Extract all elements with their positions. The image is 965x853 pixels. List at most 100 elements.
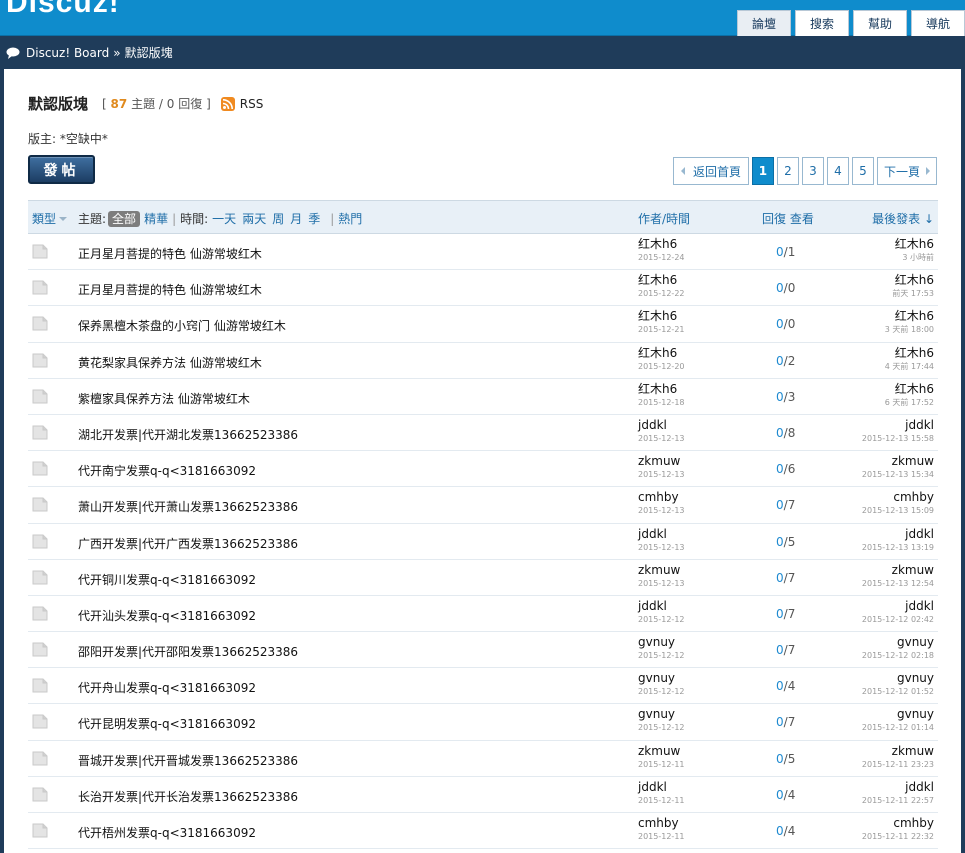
thread-title[interactable]: 代开汕头发票q-q<3181663092 bbox=[78, 607, 256, 624]
thread-title[interactable]: 紫檀家具保养方法 仙游常坡红木 bbox=[78, 390, 250, 407]
thread-row[interactable]: 代开铜川发票q-q<3181663092 zkmuw 2015-12-13 0/7 zk… bbox=[28, 560, 938, 596]
thread-title[interactable]: 代开铜川发票q-q<3181663092 bbox=[78, 571, 256, 588]
pager-page-5[interactable]: 5 bbox=[851, 157, 874, 185]
author-name[interactable]: zkmuw bbox=[638, 563, 685, 578]
last-poster[interactable]: zkmuw bbox=[862, 454, 934, 469]
thread-row[interactable]: 邵阳开发票|代开邵阳发票13662523386 gvnuy 2015-12-12 0/… bbox=[28, 632, 938, 669]
filter-hot[interactable]: 熱門 bbox=[338, 210, 362, 227]
breadcrumb-home-link[interactable]: Discuz! Board bbox=[26, 46, 109, 60]
time-filter-season[interactable]: 季 bbox=[308, 210, 320, 227]
pager-page-4[interactable]: 4 bbox=[826, 157, 849, 185]
thread-title[interactable]: 正月星月菩提的特色 仙游常坡红木 bbox=[78, 245, 262, 262]
thread-title[interactable]: 代开昆明发票q-q<3181663092 bbox=[78, 715, 256, 732]
last-post-time: 4 天前 17:44 bbox=[884, 361, 934, 371]
time-filter-week[interactable]: 周 bbox=[272, 210, 284, 227]
author-name[interactable]: 红木h6 bbox=[638, 237, 685, 252]
thread-row[interactable]: 黄花梨家具保养方法 仙游常坡红木 红木h6 2015-12-20 0/2 红木h6 4 天… bbox=[28, 343, 938, 379]
author-name[interactable]: jddkl bbox=[638, 418, 685, 433]
pager-next[interactable]: 下一頁 bbox=[876, 157, 937, 185]
author-name[interactable]: 红木h6 bbox=[638, 382, 685, 397]
thread-row[interactable]: 萧山开发票|代开萧山发票13662523386 cmhby 2015-12-13 0/… bbox=[28, 487, 938, 524]
author-name[interactable]: zkmuw bbox=[638, 454, 685, 469]
reply-view-count: 0/2 bbox=[776, 354, 795, 368]
thread-title[interactable]: 保养黑檀木茶盘的小窍门 仙游常坡红木 bbox=[78, 317, 286, 334]
time-filter-2d[interactable]: 兩天 bbox=[242, 210, 266, 227]
author-name[interactable]: zkmuw bbox=[638, 744, 685, 759]
author-name[interactable]: jddkl bbox=[638, 599, 685, 614]
author-name[interactable]: gvnuy bbox=[638, 707, 685, 722]
thread-row[interactable]: 代开昆明发票q-q<3181663092 gvnuy 2015-12-12 0/7 gv… bbox=[28, 704, 938, 741]
thread-row[interactable]: 代开梧州发票q-q<3181663092 cmhby 2015-12-11 0/4 cm… bbox=[28, 813, 938, 850]
site-logo[interactable]: Discuz! bbox=[6, 0, 120, 20]
thread-title[interactable]: 代开舟山发票q-q<3181663092 bbox=[78, 679, 256, 696]
new-post-button[interactable]: 發帖 bbox=[28, 155, 95, 184]
nav-tab-navigation[interactable]: 導航 bbox=[911, 10, 965, 36]
last-poster[interactable]: gvnuy bbox=[862, 635, 934, 650]
author-name[interactable]: jddkl bbox=[638, 780, 685, 795]
thread-row[interactable]: 正月星月菩提的特色 仙游常坡红木 红木h6 2015-12-22 0/0 红木h6 前天 … bbox=[28, 270, 938, 307]
last-poster[interactable]: jddkl bbox=[862, 418, 934, 433]
last-poster[interactable]: jddkl bbox=[862, 527, 934, 542]
last-poster[interactable]: 红木h6 bbox=[895, 237, 934, 252]
pager-page-1[interactable]: 1 bbox=[751, 157, 774, 185]
last-poster[interactable]: cmhby bbox=[862, 490, 934, 505]
thread-row[interactable]: 代开舟山发票q-q<3181663092 gvnuy 2015-12-12 0/4 gv… bbox=[28, 668, 938, 705]
thread-row[interactable]: 代开汕头发票q-q<3181663092 jddkl 2015-12-12 0/7 jd… bbox=[28, 596, 938, 633]
last-poster[interactable]: 红木h6 bbox=[885, 382, 934, 397]
pager-page-3[interactable]: 3 bbox=[801, 157, 824, 185]
thread-row[interactable]: 紫檀家具保养方法 仙游常坡红木 红木h6 2015-12-18 0/3 红木h6 6 天前… bbox=[28, 379, 938, 415]
nav-tab-search[interactable]: 搜索 bbox=[795, 10, 849, 36]
last-poster[interactable]: gvnuy bbox=[862, 671, 934, 686]
thread-title[interactable]: 长治开发票|代开长治发票13662523386 bbox=[78, 788, 298, 805]
last-poster[interactable]: jddkl bbox=[862, 599, 934, 614]
reply-label: 回復 bbox=[178, 97, 203, 111]
thread-row[interactable]: 广西开发票|代开广西发票13662523386 jddkl 2015-12-13 0/… bbox=[28, 524, 938, 560]
sort-reply-view[interactable]: 回復 查看 bbox=[762, 210, 814, 227]
nav-tab-forum[interactable]: 論壇 bbox=[737, 10, 791, 36]
author-name[interactable]: cmhby bbox=[638, 490, 685, 505]
author-name[interactable]: 红木h6 bbox=[638, 273, 685, 288]
last-post: zkmuw 2015-12-13 15:34 bbox=[862, 454, 934, 481]
author-name[interactable]: gvnuy bbox=[638, 635, 685, 650]
time-filter-month[interactable]: 月 bbox=[290, 210, 302, 227]
type-filter[interactable]: 類型 bbox=[32, 210, 68, 227]
thread-title[interactable]: 黄花梨家具保养方法 仙游常坡红木 bbox=[78, 354, 262, 371]
author-name[interactable]: 红木h6 bbox=[638, 346, 685, 361]
thread-title[interactable]: 萧山开发票|代开萧山发票13662523386 bbox=[78, 498, 298, 515]
thread-title[interactable]: 晋城开发票|代开晋城发票13662523386 bbox=[78, 752, 298, 769]
author-name[interactable]: gvnuy bbox=[638, 671, 685, 686]
filter-all[interactable]: 全部 bbox=[108, 210, 141, 227]
thread-title[interactable]: 湖北开发票|代开湖北发票13662523386 bbox=[78, 426, 298, 443]
thread-row[interactable]: 湖北开发票|代开湖北发票13662523386 jddkl 2015-12-13 0/… bbox=[28, 415, 938, 452]
last-poster[interactable]: zkmuw bbox=[862, 744, 934, 759]
sort-last-post[interactable]: 最後發表 ↓ bbox=[872, 210, 934, 227]
pager-page-2[interactable]: 2 bbox=[776, 157, 799, 185]
thread-row[interactable]: 保养黑檀木茶盘的小窍门 仙游常坡红木 红木h6 2015-12-21 0/0 红木h6 3… bbox=[28, 306, 938, 343]
author-name[interactable]: jddkl bbox=[638, 527, 685, 542]
thread-title[interactable]: 正月星月菩提的特色 仙游常坡红木 bbox=[78, 281, 262, 298]
time-filter-1d[interactable]: 一天 bbox=[212, 210, 236, 227]
last-poster[interactable]: 红木h6 bbox=[892, 273, 934, 288]
last-poster[interactable]: zkmuw bbox=[862, 563, 934, 578]
last-poster[interactable]: jddkl bbox=[862, 780, 934, 795]
last-poster[interactable]: cmhby bbox=[862, 816, 934, 831]
last-poster[interactable]: 红木h6 bbox=[885, 346, 934, 361]
rss-link[interactable]: RSS bbox=[220, 96, 263, 111]
thread-row[interactable]: 代开南宁发票q-q<3181663092 zkmuw 2015-12-13 0/6 zk… bbox=[28, 451, 938, 488]
filter-digest[interactable]: 精華 bbox=[144, 210, 168, 227]
thread-title[interactable]: 广西开发票|代开广西发票13662523386 bbox=[78, 535, 298, 552]
sort-author-time[interactable]: 作者/時間 bbox=[638, 210, 690, 227]
last-poster[interactable]: gvnuy bbox=[862, 707, 934, 722]
last-poster[interactable]: 红木h6 bbox=[885, 309, 934, 324]
thread-row[interactable]: 正月星月菩提的特色 仙游常坡红木 红木h6 2015-12-24 0/1 红木h6 3 小… bbox=[28, 234, 938, 271]
thread-title[interactable]: 代开梧州发票q-q<3181663092 bbox=[78, 824, 256, 841]
pager-back-home[interactable]: 返回首頁 bbox=[672, 157, 749, 185]
thread-title[interactable]: 代开南宁发票q-q<3181663092 bbox=[78, 462, 256, 479]
thread-row[interactable]: 长治开发票|代开长治发票13662523386 jddkl 2015-12-11 0/… bbox=[28, 777, 938, 813]
thread-row[interactable]: 晋城开发票|代开晋城发票13662523386 zkmuw 2015-12-11 0/… bbox=[28, 741, 938, 777]
author-name[interactable]: cmhby bbox=[638, 816, 685, 831]
thread-author: zkmuw 2015-12-13 bbox=[638, 563, 685, 590]
author-name[interactable]: 红木h6 bbox=[638, 309, 685, 324]
nav-tab-help[interactable]: 幫助 bbox=[853, 10, 907, 36]
thread-title[interactable]: 邵阳开发票|代开邵阳发票13662523386 bbox=[78, 643, 298, 660]
